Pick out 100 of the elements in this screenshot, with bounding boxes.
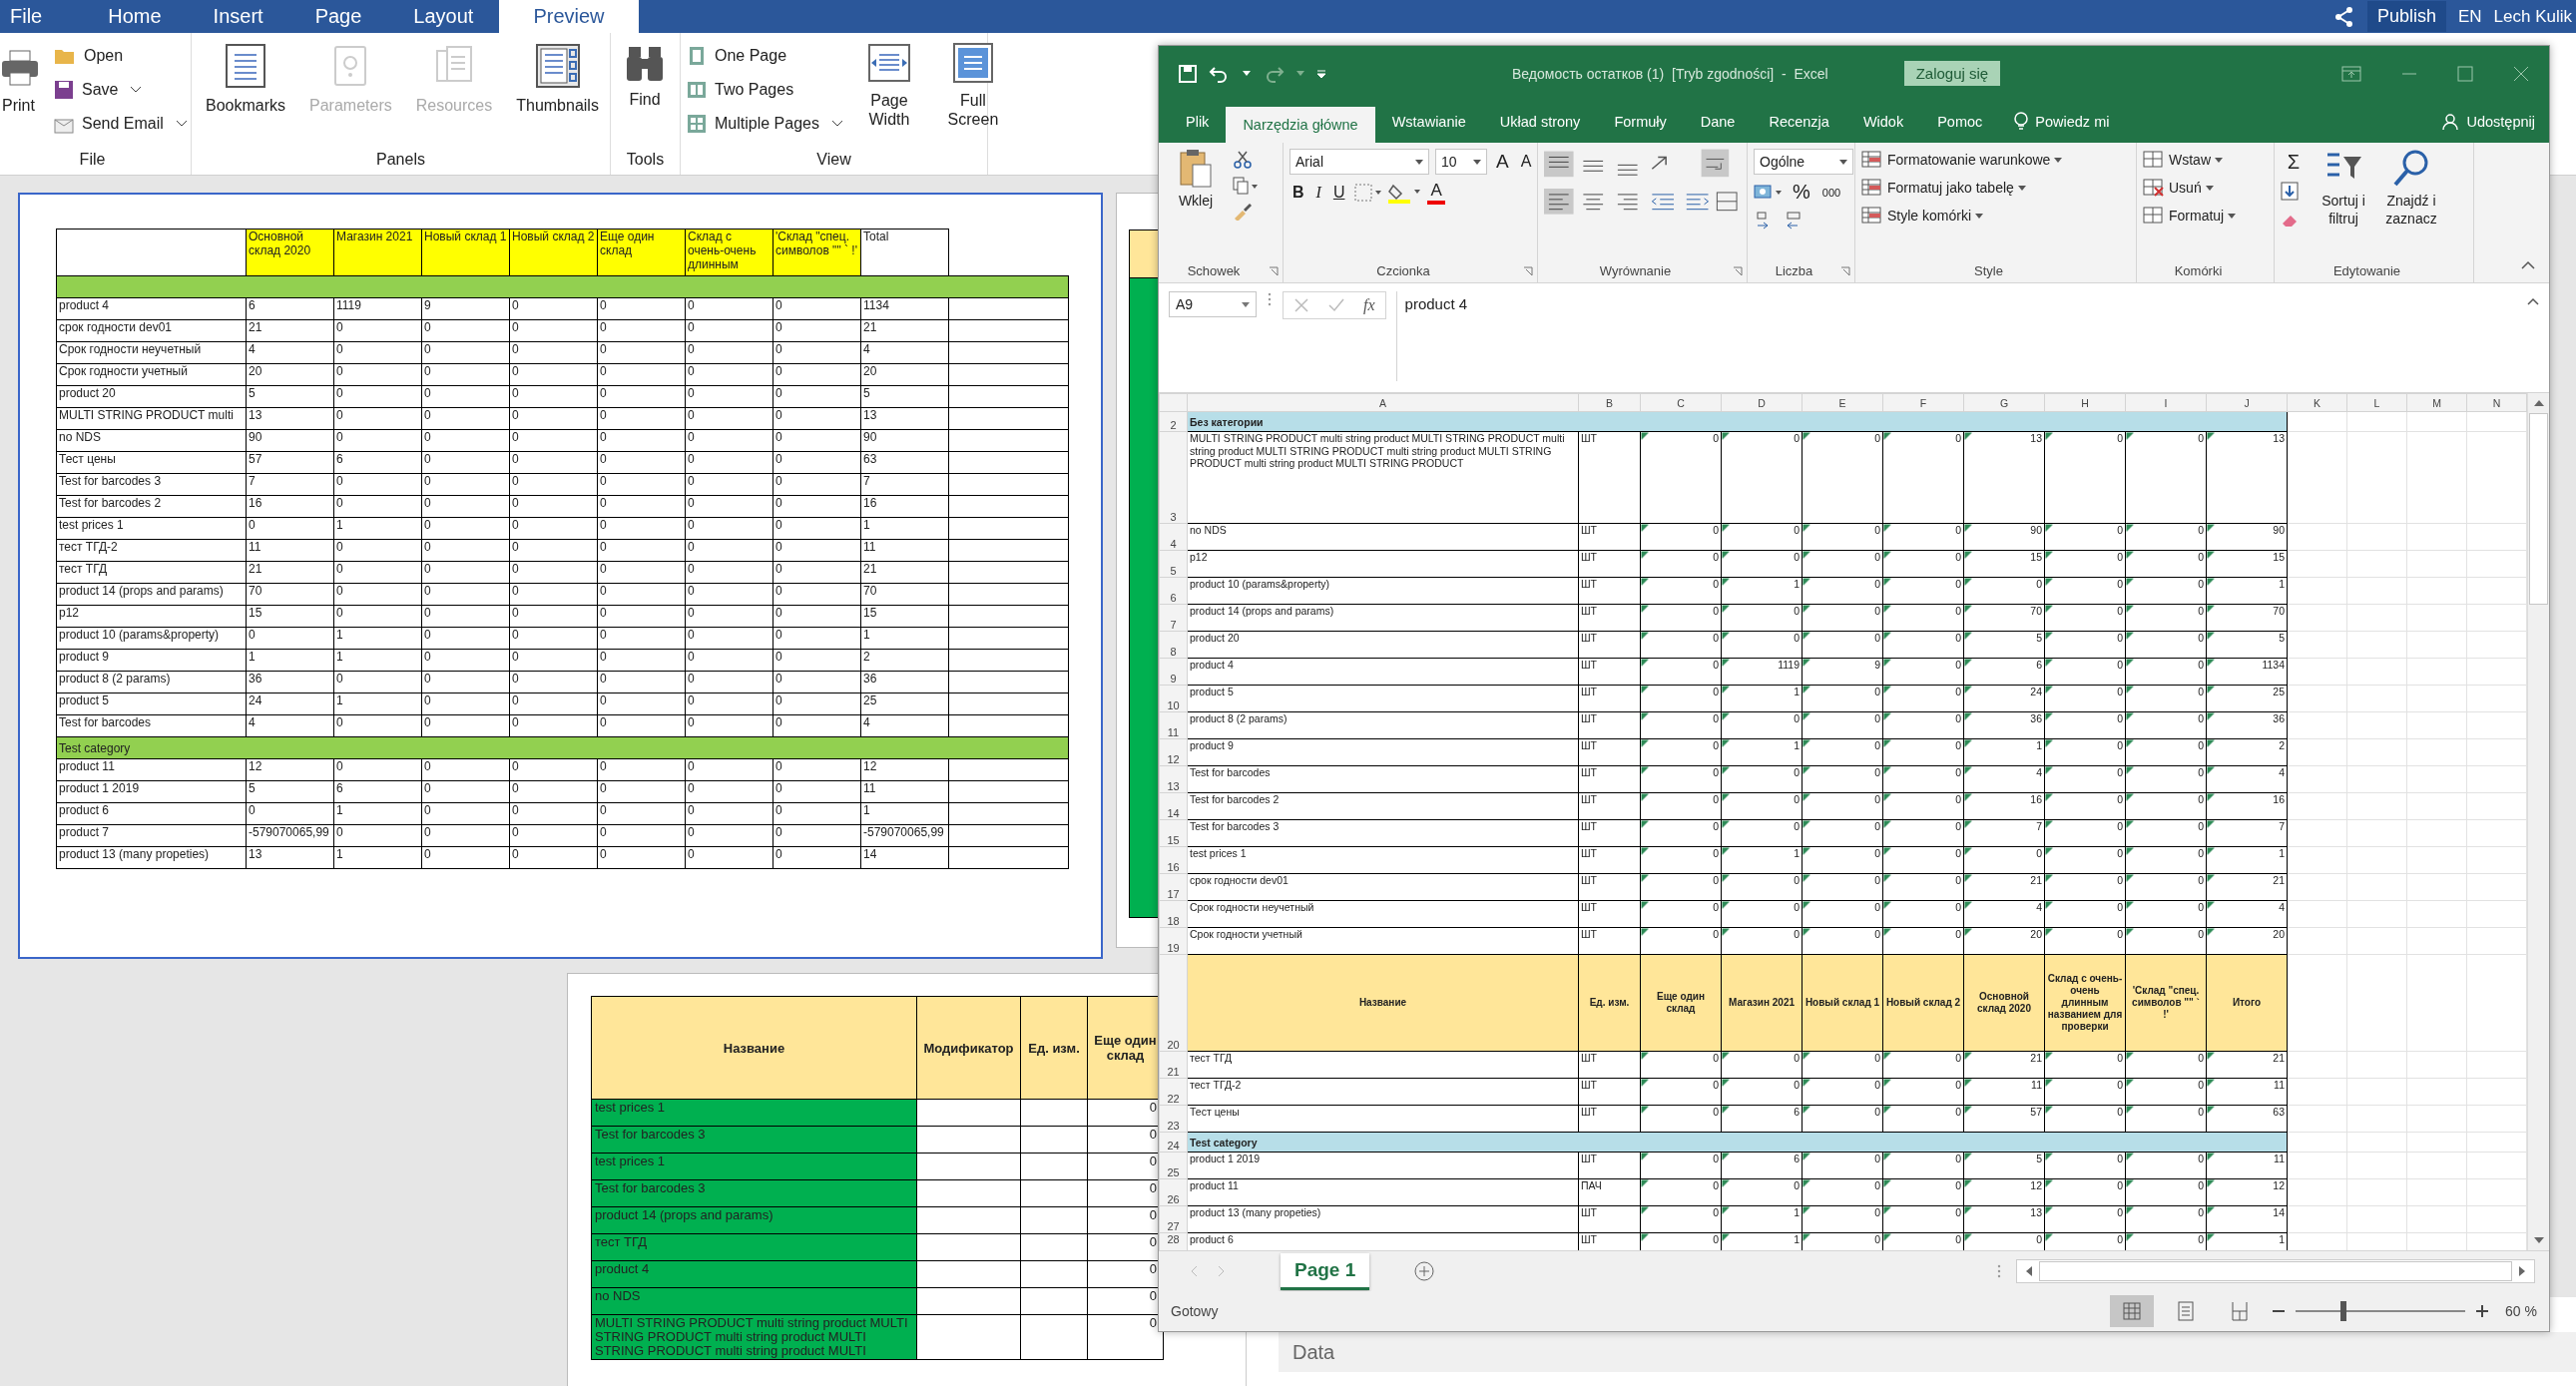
- font-size-field[interactable]: 10: [1435, 149, 1487, 175]
- close-icon[interactable]: [2513, 65, 2529, 82]
- column-header[interactable]: D: [1721, 393, 1803, 412]
- tell-me-button[interactable]: Powiedz mi: [1999, 101, 2124, 143]
- panel-button[interactable]: Thumbnails: [508, 41, 607, 117]
- scroll-up-icon[interactable]: [2532, 399, 2545, 407]
- vertical-scrollbar[interactable]: [2527, 393, 2549, 1250]
- bold-button[interactable]: B: [1289, 184, 1307, 202]
- autosum-button[interactable]: Σ: [2281, 151, 2307, 174]
- row-number[interactable]: 18: [1159, 900, 1188, 928]
- column-header[interactable]: B: [1578, 393, 1641, 412]
- font-color-button[interactable]: A: [1427, 181, 1445, 205]
- row-number[interactable]: 7: [1159, 604, 1188, 632]
- ribbon-tab[interactable]: Insert: [187, 0, 289, 33]
- dialog-launcher-icon[interactable]: [1840, 266, 1850, 276]
- slider-thumb[interactable]: [2339, 1301, 2346, 1321]
- sign-in-button[interactable]: Zaloguj się: [1903, 61, 2001, 86]
- share-icon[interactable]: [2332, 5, 2355, 28]
- copy-icon[interactable]: [1233, 177, 1259, 195]
- row-number[interactable]: 15: [1159, 819, 1188, 847]
- row-number[interactable]: 14: [1159, 792, 1188, 820]
- ribbon-display-icon[interactable]: [2341, 65, 2361, 82]
- drag-handle-icon[interactable]: [1267, 291, 1273, 307]
- column-header[interactable]: N: [2466, 393, 2527, 412]
- checkmark-icon[interactable]: [1327, 297, 1345, 313]
- add-sheet-icon[interactable]: [1413, 1260, 1436, 1282]
- row-number[interactable]: 23: [1159, 1105, 1188, 1133]
- formula-field[interactable]: product 4: [1395, 291, 2517, 381]
- column-header[interactable]: I: [2125, 393, 2207, 412]
- scroll-thumb[interactable]: [2529, 413, 2548, 605]
- column-header[interactable]: M: [2406, 393, 2467, 412]
- scroll-down-icon[interactable]: [2532, 1236, 2545, 1244]
- row-number[interactable]: 8: [1159, 631, 1188, 659]
- dialog-launcher-icon[interactable]: [1733, 266, 1743, 276]
- zoom-in-icon[interactable]: [2475, 1304, 2490, 1318]
- increase-font-button[interactable]: A: [1493, 151, 1512, 173]
- normal-view-icon[interactable]: [2110, 1295, 2155, 1327]
- row-number[interactable]: 27: [1159, 1205, 1188, 1233]
- row-number[interactable]: 5: [1159, 550, 1188, 578]
- paintbrush-icon[interactable]: [1233, 203, 1253, 221]
- ribbon-tab[interactable]: Dane: [1683, 101, 1753, 143]
- row-number[interactable]: 13: [1159, 765, 1188, 793]
- column-header[interactable]: L: [2346, 393, 2407, 412]
- column-header[interactable]: E: [1802, 393, 1883, 412]
- collapse-icon[interactable]: [2527, 297, 2539, 305]
- sheet-tab[interactable]: Page 1: [1281, 1252, 1370, 1290]
- fill-color-icon[interactable]: [1387, 182, 1422, 204]
- chevron-down-icon[interactable]: [130, 86, 143, 94]
- styles-button[interactable]: Formatowanie warunkowe: [1861, 149, 2063, 171]
- decrease-font-button[interactable]: A: [1517, 153, 1535, 171]
- cells-button[interactable]: Wstaw: [2143, 149, 2223, 171]
- ribbon-tab[interactable]: Narzędzia główne: [1226, 107, 1375, 143]
- scroll-thumb[interactable]: [2039, 1261, 2512, 1281]
- ribbon-tab[interactable]: Formuły: [1597, 101, 1684, 143]
- row-number[interactable]: 25: [1159, 1152, 1188, 1179]
- ribbon-tab[interactable]: Recenzja: [1752, 101, 1846, 143]
- row-number[interactable]: 6: [1159, 577, 1188, 605]
- send-email-button[interactable]: Send Email: [54, 109, 188, 139]
- row-number[interactable]: 19: [1159, 927, 1188, 955]
- page-width-button[interactable]: Page Width: [850, 41, 927, 132]
- row-number[interactable]: 16: [1159, 846, 1188, 874]
- panel-button[interactable]: Bookmarks: [198, 41, 294, 117]
- dialog-launcher-icon[interactable]: [1523, 266, 1533, 276]
- row-number[interactable]: 26: [1159, 1178, 1188, 1206]
- row-number[interactable]: 2: [1159, 411, 1188, 432]
- chevron-down-icon[interactable]: [175, 120, 188, 128]
- thousands-separator-button[interactable]: 000: [1818, 186, 1844, 199]
- find-button[interactable]: Find: [617, 41, 673, 111]
- row-number[interactable]: 17: [1159, 873, 1188, 901]
- horizontal-scrollbar[interactable]: [2016, 1259, 2535, 1283]
- ribbon-tab[interactable]: Page: [288, 0, 388, 33]
- scroll-right-icon[interactable]: [2518, 1265, 2526, 1277]
- column-header[interactable]: K: [2287, 393, 2347, 412]
- column-header[interactable]: H: [2044, 393, 2126, 412]
- publish-button[interactable]: Publish: [2366, 1, 2446, 32]
- row-number[interactable]: 24: [1159, 1132, 1188, 1153]
- underline-button[interactable]: U: [1329, 184, 1348, 202]
- cells-button[interactable]: Usuń: [2143, 177, 2214, 199]
- column-header[interactable]: J: [2206, 393, 2288, 412]
- dialog-launcher-icon[interactable]: [1269, 266, 1279, 276]
- ribbon-tab[interactable]: Home: [82, 0, 188, 33]
- save-icon[interactable]: [1179, 64, 1197, 83]
- borders-icon[interactable]: [1353, 183, 1382, 203]
- cells-button[interactable]: Formatuj: [2143, 205, 2237, 227]
- ribbon-tab[interactable]: Wstawianie: [1374, 101, 1483, 143]
- open-button[interactable]: Open: [54, 41, 188, 71]
- column-header[interactable]: C: [1640, 393, 1722, 412]
- two-pages-button[interactable]: Two Pages: [687, 75, 843, 105]
- row-number[interactable]: 3: [1159, 431, 1188, 524]
- find-select-button[interactable]: Znajdź i zaznacz: [2380, 149, 2442, 228]
- ribbon-tab[interactable]: Układ strony: [1482, 101, 1598, 143]
- zoom-level[interactable]: 60 %: [2505, 1303, 2537, 1319]
- splitter-icon[interactable]: [1996, 1263, 2002, 1279]
- language-selector[interactable]: EN: [2457, 6, 2482, 27]
- caret-icon[interactable]: [1296, 70, 1304, 77]
- row-number[interactable]: 12: [1159, 738, 1188, 766]
- multiple-pages-button[interactable]: Multiple Pages: [687, 109, 843, 139]
- percent-button[interactable]: %: [1790, 181, 1813, 204]
- row-number[interactable]: 4: [1159, 523, 1188, 551]
- paste-button[interactable]: Wklej: [1165, 149, 1227, 211]
